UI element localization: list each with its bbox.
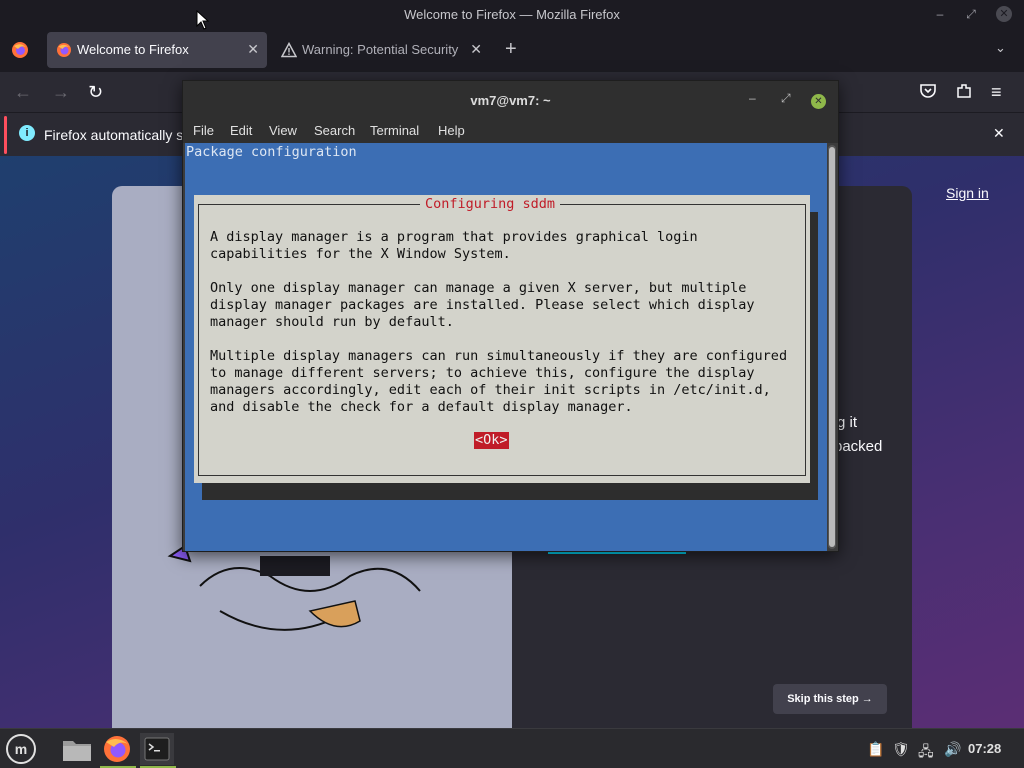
volume-icon[interactable]: 🔊 bbox=[944, 741, 961, 758]
forward-icon[interactable]: → bbox=[52, 82, 70, 102]
close-icon[interactable]: ✕ bbox=[811, 94, 826, 109]
warning-icon bbox=[281, 42, 297, 58]
scrollbar[interactable] bbox=[828, 145, 836, 549]
tab-welcome[interactable]: Welcome to Firefox ✕ bbox=[47, 32, 267, 68]
terminal-window: vm7@vm7: ~ ‒ ⤢ ✕ File Edit View Search T… bbox=[182, 80, 839, 552]
tab-strip: Welcome to Firefox ✕ Warning: Potential … bbox=[0, 28, 1024, 72]
terminal-titlebar[interactable]: vm7@vm7: ~ ‒ ⤢ ✕ bbox=[183, 81, 838, 117]
back-icon[interactable]: ← bbox=[14, 82, 32, 102]
pocket-icon[interactable] bbox=[919, 82, 937, 104]
maximize-icon[interactable]: ⤢ bbox=[781, 91, 791, 106]
info-icon: i bbox=[19, 125, 35, 141]
shield-icon[interactable]: 🛡 bbox=[892, 741, 910, 758]
folder-icon bbox=[63, 741, 91, 761]
terminal-icon bbox=[144, 737, 170, 761]
firefox-launcher[interactable] bbox=[100, 733, 136, 768]
menu-search[interactable]: Search bbox=[314, 123, 355, 138]
scrollbar-thumb[interactable] bbox=[829, 147, 835, 547]
dialog-message: A display manager is a program that prov… bbox=[210, 229, 788, 415]
debconf-dialog: Configuring sddm A display manager is a … bbox=[194, 195, 810, 483]
ok-button[interactable]: <Ok> bbox=[474, 432, 509, 449]
skip-step-button[interactable]: Skip this step → bbox=[773, 684, 887, 714]
firefox-titlebar: Welcome to Firefox — Mozilla Firefox ‒ ⤢… bbox=[0, 0, 1024, 28]
terminal-launcher[interactable] bbox=[140, 733, 176, 768]
firefox-icon[interactable] bbox=[11, 41, 29, 59]
terminal-title: vm7@vm7: ~ bbox=[470, 93, 551, 108]
taskbar: m 📋 🛡 🖧 🔊 07:28 bbox=[0, 728, 1024, 768]
firefox-window-title: Welcome to Firefox — Mozilla Firefox bbox=[404, 7, 620, 22]
close-tab-icon[interactable]: ✕ bbox=[470, 41, 482, 58]
chevron-down-icon[interactable]: ⌄ bbox=[995, 40, 1006, 56]
body-text-fragment: g it bbox=[837, 414, 858, 431]
notification-text: Firefox automatically se bbox=[44, 127, 184, 143]
tab-warning[interactable]: Warning: Potential Security ✕ bbox=[272, 32, 490, 68]
mouse-cursor-icon bbox=[196, 10, 210, 30]
menu-file[interactable]: File bbox=[193, 123, 214, 138]
close-icon[interactable]: ✕ bbox=[996, 6, 1012, 22]
terminal-menubar: File Edit View Search Terminal Help bbox=[183, 117, 838, 143]
menu-terminal[interactable]: Terminal bbox=[370, 123, 419, 138]
menu-view[interactable]: View bbox=[269, 123, 297, 138]
maximize-icon[interactable]: ⤢ bbox=[963, 6, 979, 22]
dialog-backtitle: Package configuration bbox=[186, 144, 357, 160]
firefox-icon bbox=[57, 43, 71, 57]
reload-icon[interactable]: ↻ bbox=[88, 82, 103, 102]
dialog-title: Configuring sddm bbox=[420, 195, 561, 213]
extensions-icon[interactable] bbox=[955, 82, 973, 104]
tab-label: Welcome to Firefox bbox=[77, 42, 189, 57]
menu-help[interactable]: Help bbox=[438, 123, 465, 138]
new-tab-icon[interactable]: + bbox=[505, 38, 517, 60]
clock[interactable]: 07:28 bbox=[968, 741, 1001, 756]
close-tab-icon[interactable]: ✕ bbox=[247, 41, 259, 58]
tab-label: Warning: Potential Security bbox=[302, 42, 459, 57]
mint-menu-icon[interactable]: m bbox=[6, 734, 36, 764]
hamburger-menu-icon[interactable]: ≡ bbox=[991, 82, 1002, 102]
body-text-fragment: packed bbox=[834, 438, 883, 455]
minimize-icon[interactable]: ‒ bbox=[932, 6, 948, 22]
terminal-screen[interactable]: Package configuration Configuring sddm A… bbox=[185, 143, 827, 551]
notification-accent bbox=[4, 116, 7, 154]
network-icon[interactable]: 🖧 bbox=[918, 741, 934, 765]
sign-in-link[interactable]: Sign in bbox=[946, 185, 989, 201]
firefox-icon bbox=[104, 736, 130, 762]
files-launcher[interactable] bbox=[60, 733, 94, 765]
menu-edit[interactable]: Edit bbox=[230, 123, 252, 138]
clipboard-icon[interactable]: 📋 bbox=[867, 741, 884, 758]
minimize-icon[interactable]: ‒ bbox=[749, 91, 756, 105]
close-icon[interactable]: ✕ bbox=[993, 125, 1005, 142]
